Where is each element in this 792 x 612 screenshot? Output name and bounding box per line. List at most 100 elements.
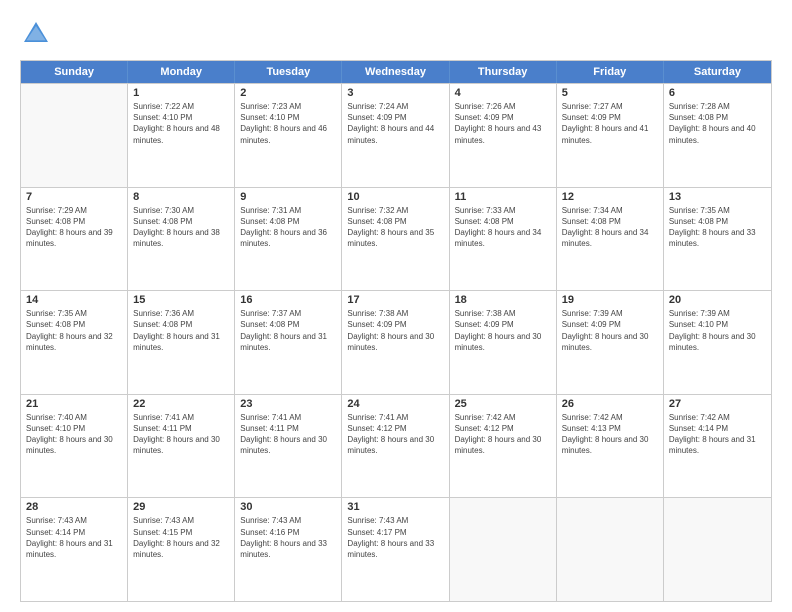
calendar-cell — [557, 498, 664, 601]
calendar-cell: 6 Sunrise: 7:28 AMSunset: 4:08 PMDaylight… — [664, 84, 771, 187]
cell-info: Sunrise: 7:24 AMSunset: 4:09 PMDaylight:… — [347, 101, 443, 146]
calendar-cell — [21, 84, 128, 187]
cell-info: Sunrise: 7:30 AMSunset: 4:08 PMDaylight:… — [133, 205, 229, 250]
day-number: 24 — [347, 398, 443, 410]
cell-info: Sunrise: 7:39 AMSunset: 4:09 PMDaylight:… — [562, 308, 658, 353]
day-number: 5 — [562, 87, 658, 99]
day-number: 30 — [240, 501, 336, 513]
calendar-cell: 30Sunrise: 7:43 AMSunset: 4:16 PMDayligh… — [235, 498, 342, 601]
cell-info: Sunrise: 7:33 AMSunset: 4:08 PMDaylight:… — [455, 205, 551, 250]
calendar-cell — [664, 498, 771, 601]
day-number: 13 — [669, 191, 766, 203]
day-number: 7 — [26, 191, 122, 203]
day-number: 21 — [26, 398, 122, 410]
day-number: 19 — [562, 294, 658, 306]
calendar-cell: 9 Sunrise: 7:31 AMSunset: 4:08 PMDaylight… — [235, 188, 342, 291]
calendar-cell: 3Sunrise: 7:24 AMSunset: 4:09 PMDaylight… — [342, 84, 449, 187]
cell-info: Sunrise: 7:35 AMSunset: 4:08 PMDaylight:… — [669, 205, 766, 250]
logo — [20, 18, 56, 50]
cell-info: Sunrise: 7:41 AMSunset: 4:11 PMDaylight:… — [133, 412, 229, 457]
calendar-row: 14 Sunrise: 7:35 AMSunset: 4:08 PMDayligh… — [21, 290, 771, 394]
cell-info: Sunrise: 7:38 AMSunset: 4:09 PMDaylight:… — [455, 308, 551, 353]
cell-info: Sunrise: 7:28 AMSunset: 4:08 PMDaylight:… — [669, 101, 766, 146]
calendar-cell: 20Sunrise: 7:39 AMSunset: 4:10 PMDayligh… — [664, 291, 771, 394]
day-number: 31 — [347, 501, 443, 513]
calendar-cell: 1 Sunrise: 7:22 AMSunset: 4:10 PMDaylight… — [128, 84, 235, 187]
cell-info: Sunrise: 7:42 AMSunset: 4:14 PMDaylight:… — [669, 412, 766, 457]
calendar-header-cell: Wednesday — [342, 61, 449, 83]
cell-info: Sunrise: 7:29 AMSunset: 4:08 PMDaylight:… — [26, 205, 122, 250]
calendar-cell: 27 Sunrise: 7:42 AMSunset: 4:14 PMDayligh… — [664, 395, 771, 498]
calendar-header: SundayMondayTuesdayWednesdayThursdayFrid… — [21, 61, 771, 83]
calendar-cell: 13 Sunrise: 7:35 AMSunset: 4:08 PMDayligh… — [664, 188, 771, 291]
cell-info: Sunrise: 7:41 AMSunset: 4:12 PMDaylight:… — [347, 412, 443, 457]
page: SundayMondayTuesdayWednesdayThursdayFrid… — [0, 0, 792, 612]
calendar-cell: 12 Sunrise: 7:34 AMSunset: 4:08 PMDayligh… — [557, 188, 664, 291]
calendar-cell: 23 Sunrise: 7:41 AMSunset: 4:11 PMDayligh… — [235, 395, 342, 498]
cell-info: Sunrise: 7:34 AMSunset: 4:08 PMDaylight:… — [562, 205, 658, 250]
cell-info: Sunrise: 7:43 AMSunset: 4:17 PMDaylight:… — [347, 515, 443, 560]
cell-info: Sunrise: 7:23 AMSunset: 4:10 PMDaylight:… — [240, 101, 336, 146]
day-number: 2 — [240, 87, 336, 99]
day-number: 1 — [133, 87, 229, 99]
day-number: 22 — [133, 398, 229, 410]
cell-info: Sunrise: 7:43 AMSunset: 4:14 PMDaylight:… — [26, 515, 122, 560]
cell-info: Sunrise: 7:36 AMSunset: 4:08 PMDaylight:… — [133, 308, 229, 353]
calendar-cell: 26 Sunrise: 7:42 AMSunset: 4:13 PMDayligh… — [557, 395, 664, 498]
calendar-cell: 28 Sunrise: 7:43 AMSunset: 4:14 PMDayligh… — [21, 498, 128, 601]
day-number: 9 — [240, 191, 336, 203]
calendar-cell: 25 Sunrise: 7:42 AMSunset: 4:12 PMDayligh… — [450, 395, 557, 498]
day-number: 18 — [455, 294, 551, 306]
calendar-cell: 5Sunrise: 7:27 AMSunset: 4:09 PMDaylight… — [557, 84, 664, 187]
day-number: 11 — [455, 191, 551, 203]
calendar-row: 1 Sunrise: 7:22 AMSunset: 4:10 PMDaylight… — [21, 83, 771, 187]
cell-info: Sunrise: 7:40 AMSunset: 4:10 PMDaylight:… — [26, 412, 122, 457]
calendar-cell: 21 Sunrise: 7:40 AMSunset: 4:10 PMDayligh… — [21, 395, 128, 498]
day-number: 12 — [562, 191, 658, 203]
day-number: 23 — [240, 398, 336, 410]
header — [20, 18, 772, 50]
day-number: 4 — [455, 87, 551, 99]
day-number: 15 — [133, 294, 229, 306]
cell-info: Sunrise: 7:41 AMSunset: 4:11 PMDaylight:… — [240, 412, 336, 457]
day-number: 14 — [26, 294, 122, 306]
cell-info: Sunrise: 7:31 AMSunset: 4:08 PMDaylight:… — [240, 205, 336, 250]
day-number: 27 — [669, 398, 766, 410]
cell-info: Sunrise: 7:37 AMSunset: 4:08 PMDaylight:… — [240, 308, 336, 353]
calendar-cell: 19 Sunrise: 7:39 AMSunset: 4:09 PMDayligh… — [557, 291, 664, 394]
calendar-header-cell: Monday — [128, 61, 235, 83]
calendar-row: 7 Sunrise: 7:29 AMSunset: 4:08 PMDaylight… — [21, 187, 771, 291]
calendar-cell: 11 Sunrise: 7:33 AMSunset: 4:08 PMDayligh… — [450, 188, 557, 291]
day-number: 6 — [669, 87, 766, 99]
calendar-cell: 22 Sunrise: 7:41 AMSunset: 4:11 PMDayligh… — [128, 395, 235, 498]
calendar-header-cell: Saturday — [664, 61, 771, 83]
cell-info: Sunrise: 7:32 AMSunset: 4:08 PMDaylight:… — [347, 205, 443, 250]
day-number: 26 — [562, 398, 658, 410]
calendar-cell: 24 Sunrise: 7:41 AMSunset: 4:12 PMDayligh… — [342, 395, 449, 498]
day-number: 8 — [133, 191, 229, 203]
day-number: 28 — [26, 501, 122, 513]
cell-info: Sunrise: 7:22 AMSunset: 4:10 PMDaylight:… — [133, 101, 229, 146]
calendar-cell: 14 Sunrise: 7:35 AMSunset: 4:08 PMDayligh… — [21, 291, 128, 394]
calendar-cell: 4 Sunrise: 7:26 AMSunset: 4:09 PMDaylight… — [450, 84, 557, 187]
calendar-body: 1 Sunrise: 7:22 AMSunset: 4:10 PMDaylight… — [21, 83, 771, 601]
cell-info: Sunrise: 7:42 AMSunset: 4:12 PMDaylight:… — [455, 412, 551, 457]
calendar-cell: 2 Sunrise: 7:23 AMSunset: 4:10 PMDaylight… — [235, 84, 342, 187]
calendar-cell: 7 Sunrise: 7:29 AMSunset: 4:08 PMDaylight… — [21, 188, 128, 291]
calendar-cell — [450, 498, 557, 601]
day-number: 25 — [455, 398, 551, 410]
day-number: 17 — [347, 294, 443, 306]
calendar-cell: 15 Sunrise: 7:36 AMSunset: 4:08 PMDayligh… — [128, 291, 235, 394]
cell-info: Sunrise: 7:26 AMSunset: 4:09 PMDaylight:… — [455, 101, 551, 146]
calendar-row: 21 Sunrise: 7:40 AMSunset: 4:10 PMDayligh… — [21, 394, 771, 498]
calendar-cell: 8 Sunrise: 7:30 AMSunset: 4:08 PMDaylight… — [128, 188, 235, 291]
day-number: 20 — [669, 294, 766, 306]
cell-info: Sunrise: 7:42 AMSunset: 4:13 PMDaylight:… — [562, 412, 658, 457]
calendar-cell: 31 Sunrise: 7:43 AMSunset: 4:17 PMDayligh… — [342, 498, 449, 601]
cell-info: Sunrise: 7:35 AMSunset: 4:08 PMDaylight:… — [26, 308, 122, 353]
calendar-header-cell: Tuesday — [235, 61, 342, 83]
calendar-header-cell: Thursday — [450, 61, 557, 83]
calendar-row: 28 Sunrise: 7:43 AMSunset: 4:14 PMDayligh… — [21, 497, 771, 601]
logo-icon — [20, 18, 52, 50]
calendar-cell: 29Sunrise: 7:43 AMSunset: 4:15 PMDayligh… — [128, 498, 235, 601]
